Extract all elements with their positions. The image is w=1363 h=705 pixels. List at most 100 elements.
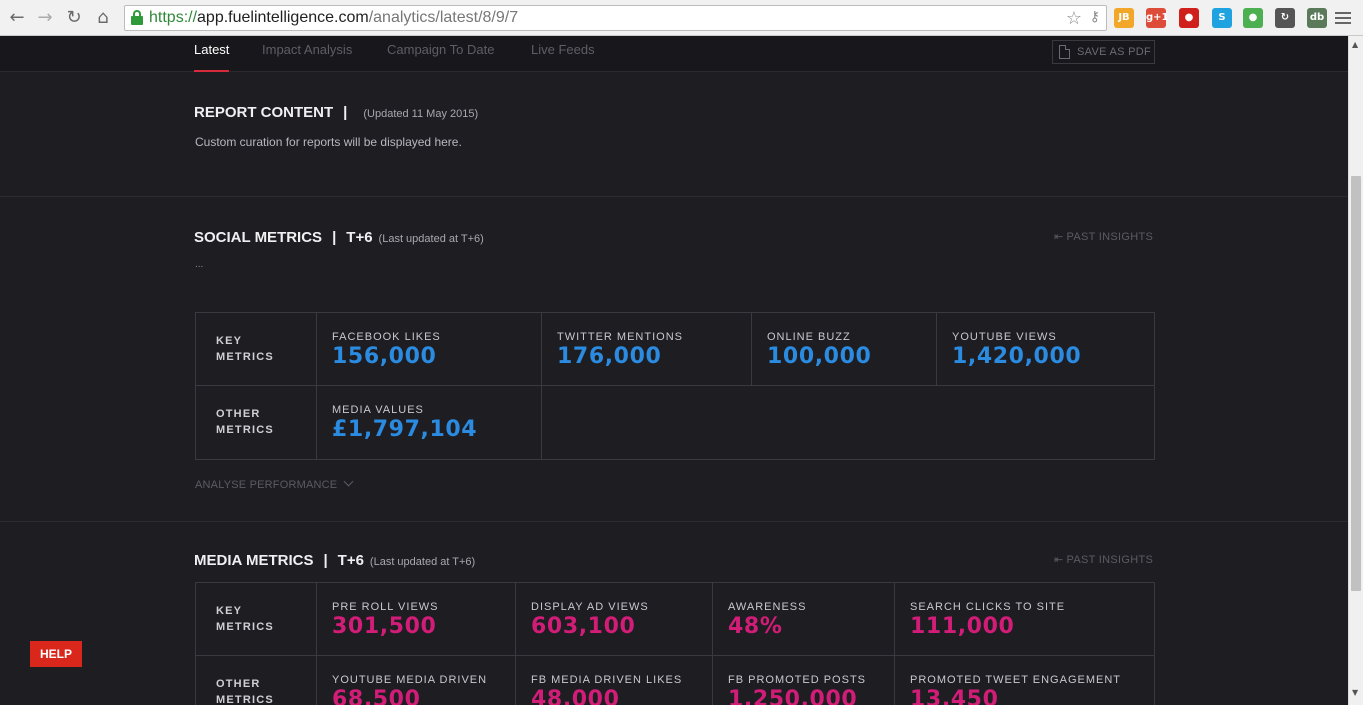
report-description: Custom curation for reports will be disp… (195, 135, 462, 149)
media-updated: (Last updated at T+6) (369, 556, 476, 568)
social-description: ... (195, 259, 204, 270)
other-metrics-header: OTHER METRICS (196, 386, 317, 459)
browser-toolbar: ← → ↻ ⌂ https://app.fuelintelligence.com… (0, 0, 1363, 36)
reload-icon[interactable]: ↻ (63, 7, 85, 29)
key-metrics-row: KEY METRICS PRE ROLL VIEWS 301,500 DISPL… (196, 583, 1154, 656)
url-text: https://app.fuelintelligence.com/analyti… (149, 9, 518, 27)
metric-cell: FB MEDIA DRIVEN LIKES 48,000 (516, 656, 713, 705)
metric-cell: TWITTER MENTIONS 176,000 (542, 313, 752, 385)
other-metrics-label: OTHER METRICS (216, 408, 274, 436)
other-metrics-header: OTHER METRICS (196, 656, 317, 705)
back-arrow-icon[interactable]: ← (6, 7, 28, 29)
metric-cell: YOUTUBE VIEWS 1,420,000 (937, 313, 1154, 385)
help-button[interactable]: HELP (30, 641, 82, 667)
social-past-insights-link[interactable]: ⇤ PAST INSIGHTS (1054, 230, 1153, 243)
tab-latest[interactable]: Latest (194, 42, 230, 72)
report-updated: (Updated 11 May 2015) (363, 108, 479, 120)
menu-icon[interactable] (1335, 9, 1351, 25)
home-icon[interactable]: ⌂ (92, 7, 114, 29)
metric-value: 48% (728, 614, 783, 639)
title-separator: | (323, 552, 328, 569)
url-scheme: https:// (149, 9, 198, 26)
metric-label: DISPLAY AD VIEWS (531, 601, 649, 613)
metric-cell: MEDIA VALUES £1,797,104 (317, 386, 542, 459)
metric-value: 1,250,000 (728, 687, 858, 705)
metric-cell: ONLINE BUZZ 100,000 (752, 313, 937, 385)
key-metrics-label: KEY METRICS (216, 605, 274, 633)
tab-live-feeds[interactable]: Live Feeds (531, 42, 595, 57)
report-title: REPORT CONTENT | (Updated 11 May 2015) (194, 104, 478, 121)
bookmark-star-icon[interactable]: ☆ (1066, 8, 1082, 29)
db-icon[interactable]: db (1307, 8, 1327, 28)
other-metrics-row: OTHER METRICS YOUTUBE MEDIA DRIVEN 68,50… (196, 656, 1154, 705)
metric-label: FB MEDIA DRIVEN LIKES (531, 674, 683, 686)
scrollbar[interactable]: ▲ ▼ (1348, 36, 1363, 705)
metric-value: 156,000 (332, 344, 437, 369)
media-past-insights-link[interactable]: ⇤ PAST INSIGHTS (1054, 553, 1153, 566)
report-content-section: REPORT CONTENT | (Updated 11 May 2015) Cus… (0, 72, 1348, 197)
key-metrics-label: KEY METRICS (216, 335, 274, 363)
scroll-up-icon[interactable]: ▲ (1352, 40, 1358, 49)
analyse-performance-label: ANALYSE PERFORMANCE (195, 479, 338, 491)
metric-value: 48,000 (531, 687, 620, 705)
media-tplus: T+6 (337, 552, 364, 569)
evernote-icon[interactable]: ● (1243, 8, 1263, 28)
tab-campaign-to-date[interactable]: Campaign To Date (387, 42, 494, 57)
past-insights-icon: ⇤ (1054, 230, 1064, 243)
metric-label: FACEBOOK LIKES (332, 331, 441, 343)
metric-label: YOUTUBE MEDIA DRIVEN (332, 674, 488, 686)
tab-impact-analysis[interactable]: Impact Analysis (262, 42, 352, 57)
forward-arrow-icon[interactable]: → (34, 7, 56, 29)
metric-value: 1,420,000 (952, 344, 1082, 369)
metric-cell: YOUTUBE MEDIA DRIVEN 68,500 (317, 656, 516, 705)
metric-value: 111,000 (910, 614, 1015, 639)
page: Latest Impact Analysis Campaign To Date … (0, 36, 1348, 705)
key-metrics-header: KEY METRICS (196, 313, 317, 385)
scroll-thumb[interactable] (1351, 176, 1361, 591)
jetbrains-icon[interactable]: JB (1114, 8, 1134, 28)
metric-label: TWITTER MENTIONS (557, 331, 683, 343)
title-separator: | (332, 229, 337, 246)
metric-value: 13,450 (910, 687, 999, 705)
url-path: /analytics/latest/8/9/7 (368, 9, 519, 26)
media-metrics-table: KEY METRICS PRE ROLL VIEWS 301,500 DISPL… (195, 582, 1155, 705)
report-title-text: REPORT CONTENT (194, 104, 334, 121)
metric-label: YOUTUBE VIEWS (952, 331, 1057, 343)
metric-value: 603,100 (531, 614, 636, 639)
other-metrics-label: OTHER METRICS (216, 678, 274, 705)
metric-cell: SEARCH CLICKS TO SITE 111,000 (895, 583, 1154, 655)
key-icon[interactable]: ⚷ (1090, 9, 1100, 25)
scroll-down-icon[interactable]: ▼ (1352, 688, 1358, 697)
metric-value: 176,000 (557, 344, 662, 369)
metric-label: ONLINE BUZZ (767, 331, 851, 343)
title-separator: | (343, 104, 348, 121)
metric-value: 68,500 (332, 687, 421, 705)
past-insights-label: PAST INSIGHTS (1066, 554, 1154, 566)
save-as-pdf-label: SAVE AS PDF (1077, 46, 1152, 58)
lock-icon (131, 10, 143, 26)
media-title: MEDIA METRICS | T+6 (Last updated at T+6) (194, 552, 475, 569)
google-plus-icon[interactable]: g+1 (1146, 8, 1169, 28)
adblock-icon[interactable]: ● (1179, 8, 1199, 28)
metric-cell: FACEBOOK LIKES 156,000 (317, 313, 542, 385)
skype-icon[interactable]: S (1212, 8, 1232, 28)
key-metrics-header: KEY METRICS (196, 583, 317, 655)
metric-label: AWARENESS (728, 601, 807, 613)
pdf-icon (1059, 45, 1070, 59)
metric-label: FB PROMOTED POSTS (728, 674, 867, 686)
address-bar[interactable]: https://app.fuelintelligence.com/analyti… (124, 5, 1107, 31)
metric-cell: PROMOTED TWEET ENGAGEMENT 13,450 (895, 656, 1154, 705)
social-metrics-table: KEY METRICS FACEBOOK LIKES 156,000 TWITT… (195, 312, 1155, 460)
analyse-performance-toggle[interactable]: ANALYSE PERFORMANCE (195, 476, 354, 491)
metric-label: PRE ROLL VIEWS (332, 601, 439, 613)
metric-cell: PRE ROLL VIEWS 301,500 (317, 583, 516, 655)
metric-value: 100,000 (767, 344, 872, 369)
social-tplus: T+6 (346, 229, 373, 246)
media-title-text: MEDIA METRICS (194, 552, 314, 569)
save-as-pdf-button[interactable]: SAVE AS PDF (1052, 40, 1155, 64)
social-title-text: SOCIAL METRICS (194, 229, 323, 246)
social-title: SOCIAL METRICS | T+6 (Last updated at T+6) (194, 229, 484, 246)
sync-icon[interactable]: ↻ (1275, 8, 1295, 28)
top-nav: Latest Impact Analysis Campaign To Date … (0, 36, 1348, 72)
media-metrics-section: MEDIA METRICS | T+6 (Last updated at T+6) ⇤… (0, 522, 1348, 705)
